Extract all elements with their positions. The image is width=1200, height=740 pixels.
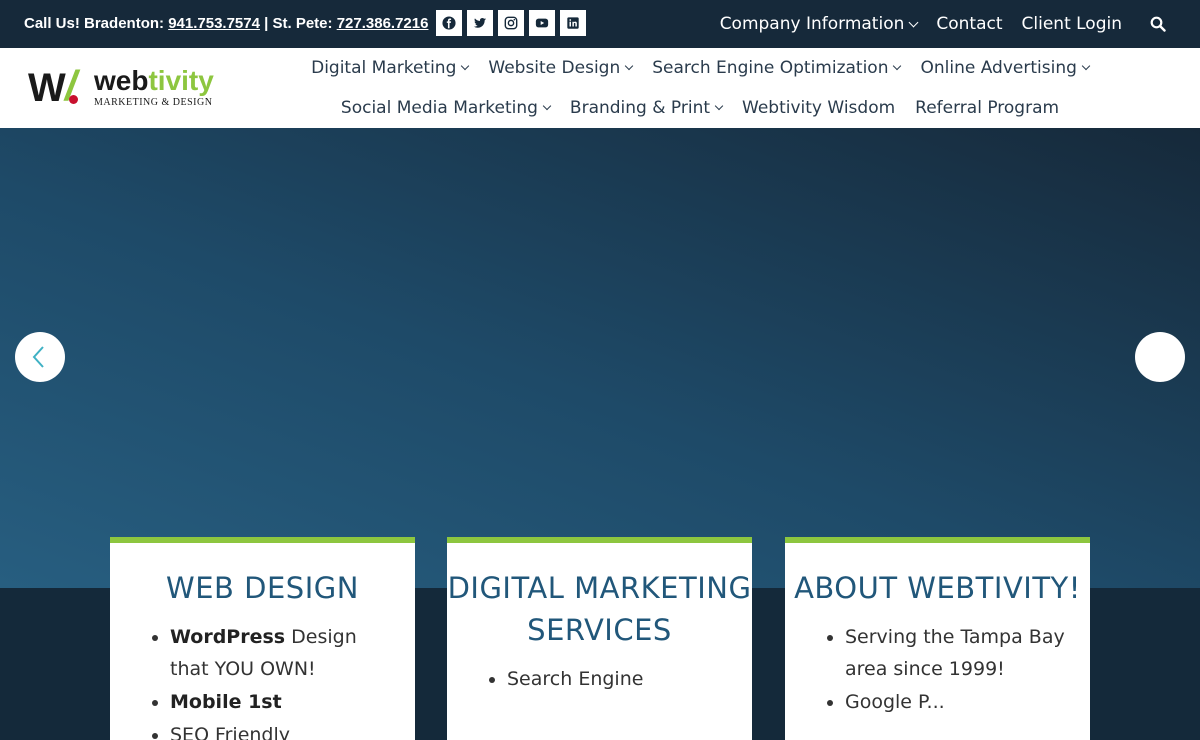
instagram-icon[interactable] xyxy=(498,10,524,36)
nav-seo[interactable]: Search Engine Optimization xyxy=(652,58,902,78)
nav-digital-label: Digital Marketing xyxy=(311,58,457,78)
card-title: DIGITAL MARKETING SERVICES xyxy=(447,571,752,647)
nav-company-information[interactable]: Company Information xyxy=(719,14,919,34)
logo-w: W xyxy=(28,66,66,110)
nav-webtivity-wisdom[interactable]: Webtivity Wisdom xyxy=(742,98,895,118)
chevron-down-icon xyxy=(625,61,634,71)
call-us-text: Call Us! Bradenton: 941.753.7574 | St. P… xyxy=(24,15,428,32)
list-item: SEO Friendly xyxy=(170,719,395,740)
list-item: Serving the Tampa Bay area since 1999! xyxy=(845,621,1070,685)
chevron-right-icon xyxy=(1156,346,1168,368)
youtube-icon[interactable] xyxy=(529,10,555,36)
card-list: WordPress Design that YOU OWN! Mobile 1s… xyxy=(170,621,415,740)
chevron-down-icon xyxy=(461,61,470,71)
social-links xyxy=(436,10,586,36)
list-item: Mobile 1st xyxy=(170,686,395,718)
search-icon[interactable] xyxy=(1150,15,1168,33)
nav-branding-label: Branding & Print xyxy=(569,98,711,118)
main-nav: Digital Marketing Website Design Search … xyxy=(290,48,1110,128)
card-list: Serving the Tampa Bay area since 1999! G… xyxy=(845,621,1090,718)
list-item: WordPress Design that YOU OWN! xyxy=(170,621,395,685)
list-item: Google P... xyxy=(845,686,1070,718)
nav-referral-program[interactable]: Referral Program xyxy=(915,98,1059,118)
chevron-down-icon xyxy=(893,61,902,71)
list-item: Search Engine xyxy=(507,663,732,695)
card-title: ABOUT WEBTIVITY! xyxy=(794,571,1081,605)
logo-tagline: MARKETING & DESIGN xyxy=(94,97,213,108)
site-header: W / webtivity MARKETING & DESIGN Digital… xyxy=(0,48,1200,128)
phone-stpete-link[interactable]: 727.386.7216 xyxy=(337,15,429,32)
card-web-design: WEB DESIGN WordPress Design that YOU OWN… xyxy=(110,537,415,740)
facebook-icon[interactable] xyxy=(436,10,462,36)
nav-branding-print[interactable]: Branding & Print xyxy=(569,98,724,118)
slider-prev-button[interactable] xyxy=(15,332,65,382)
chevron-down-icon xyxy=(908,17,919,27)
card-digital-marketing: DIGITAL MARKETING SERVICES Search Engine xyxy=(447,537,752,740)
main-nav-row-1: Digital Marketing Website Design Search … xyxy=(290,48,1110,88)
nav-client-login[interactable]: Client Login xyxy=(1022,14,1122,34)
phone-bradenton-link[interactable]: 941.753.7574 xyxy=(168,15,260,32)
chevron-down-icon xyxy=(714,101,724,111)
linkedin-icon[interactable] xyxy=(560,10,586,36)
logo-wordmark: webtivity xyxy=(94,66,214,96)
top-nav: Company Information Contact Client Login xyxy=(720,0,1200,48)
nav-website-design[interactable]: Website Design xyxy=(488,58,634,78)
card-title: WEB DESIGN xyxy=(166,571,359,605)
main-nav-row-2: Social Media Marketing Branding & Print … xyxy=(290,88,1110,128)
nav-seo-label: Search Engine Optimization xyxy=(652,58,889,78)
logo-web: web xyxy=(94,65,149,96)
webtivity-logo[interactable]: W / webtivity MARKETING & DESIGN xyxy=(28,65,228,112)
nav-social-label: Social Media Marketing xyxy=(340,98,538,118)
logo-dot xyxy=(69,95,78,104)
hero-slider xyxy=(0,128,1200,588)
chevron-left-icon xyxy=(32,346,44,368)
call-separator: | St. Pete: xyxy=(264,15,333,32)
twitter-icon[interactable] xyxy=(467,10,493,36)
chevron-down-icon xyxy=(542,101,552,111)
logo-tivity: tivity xyxy=(148,65,214,96)
nav-digital-marketing[interactable]: Digital Marketing xyxy=(311,58,470,78)
list-item-bold: Mobile 1st xyxy=(170,691,282,713)
nav-website-label: Website Design xyxy=(488,58,621,78)
card-list: Search Engine xyxy=(507,663,752,695)
nav-advertising-label: Online Advertising xyxy=(920,58,1077,78)
nav-company-label: Company Information xyxy=(719,14,905,34)
slider-next-button[interactable] xyxy=(1135,332,1185,382)
nav-social-media[interactable]: Social Media Marketing xyxy=(340,98,552,118)
nav-contact[interactable]: Contact xyxy=(936,14,1002,34)
card-about-webtivity: ABOUT WEBTIVITY! Serving the Tampa Bay a… xyxy=(785,537,1090,740)
top-bar: Call Us! Bradenton: 941.753.7574 | St. P… xyxy=(0,0,1200,48)
call-prefix: Call Us! Bradenton: xyxy=(24,15,165,32)
list-item-bold: WordPress xyxy=(170,626,286,648)
chevron-down-icon xyxy=(1081,61,1091,71)
nav-online-advertising[interactable]: Online Advertising xyxy=(920,58,1091,78)
